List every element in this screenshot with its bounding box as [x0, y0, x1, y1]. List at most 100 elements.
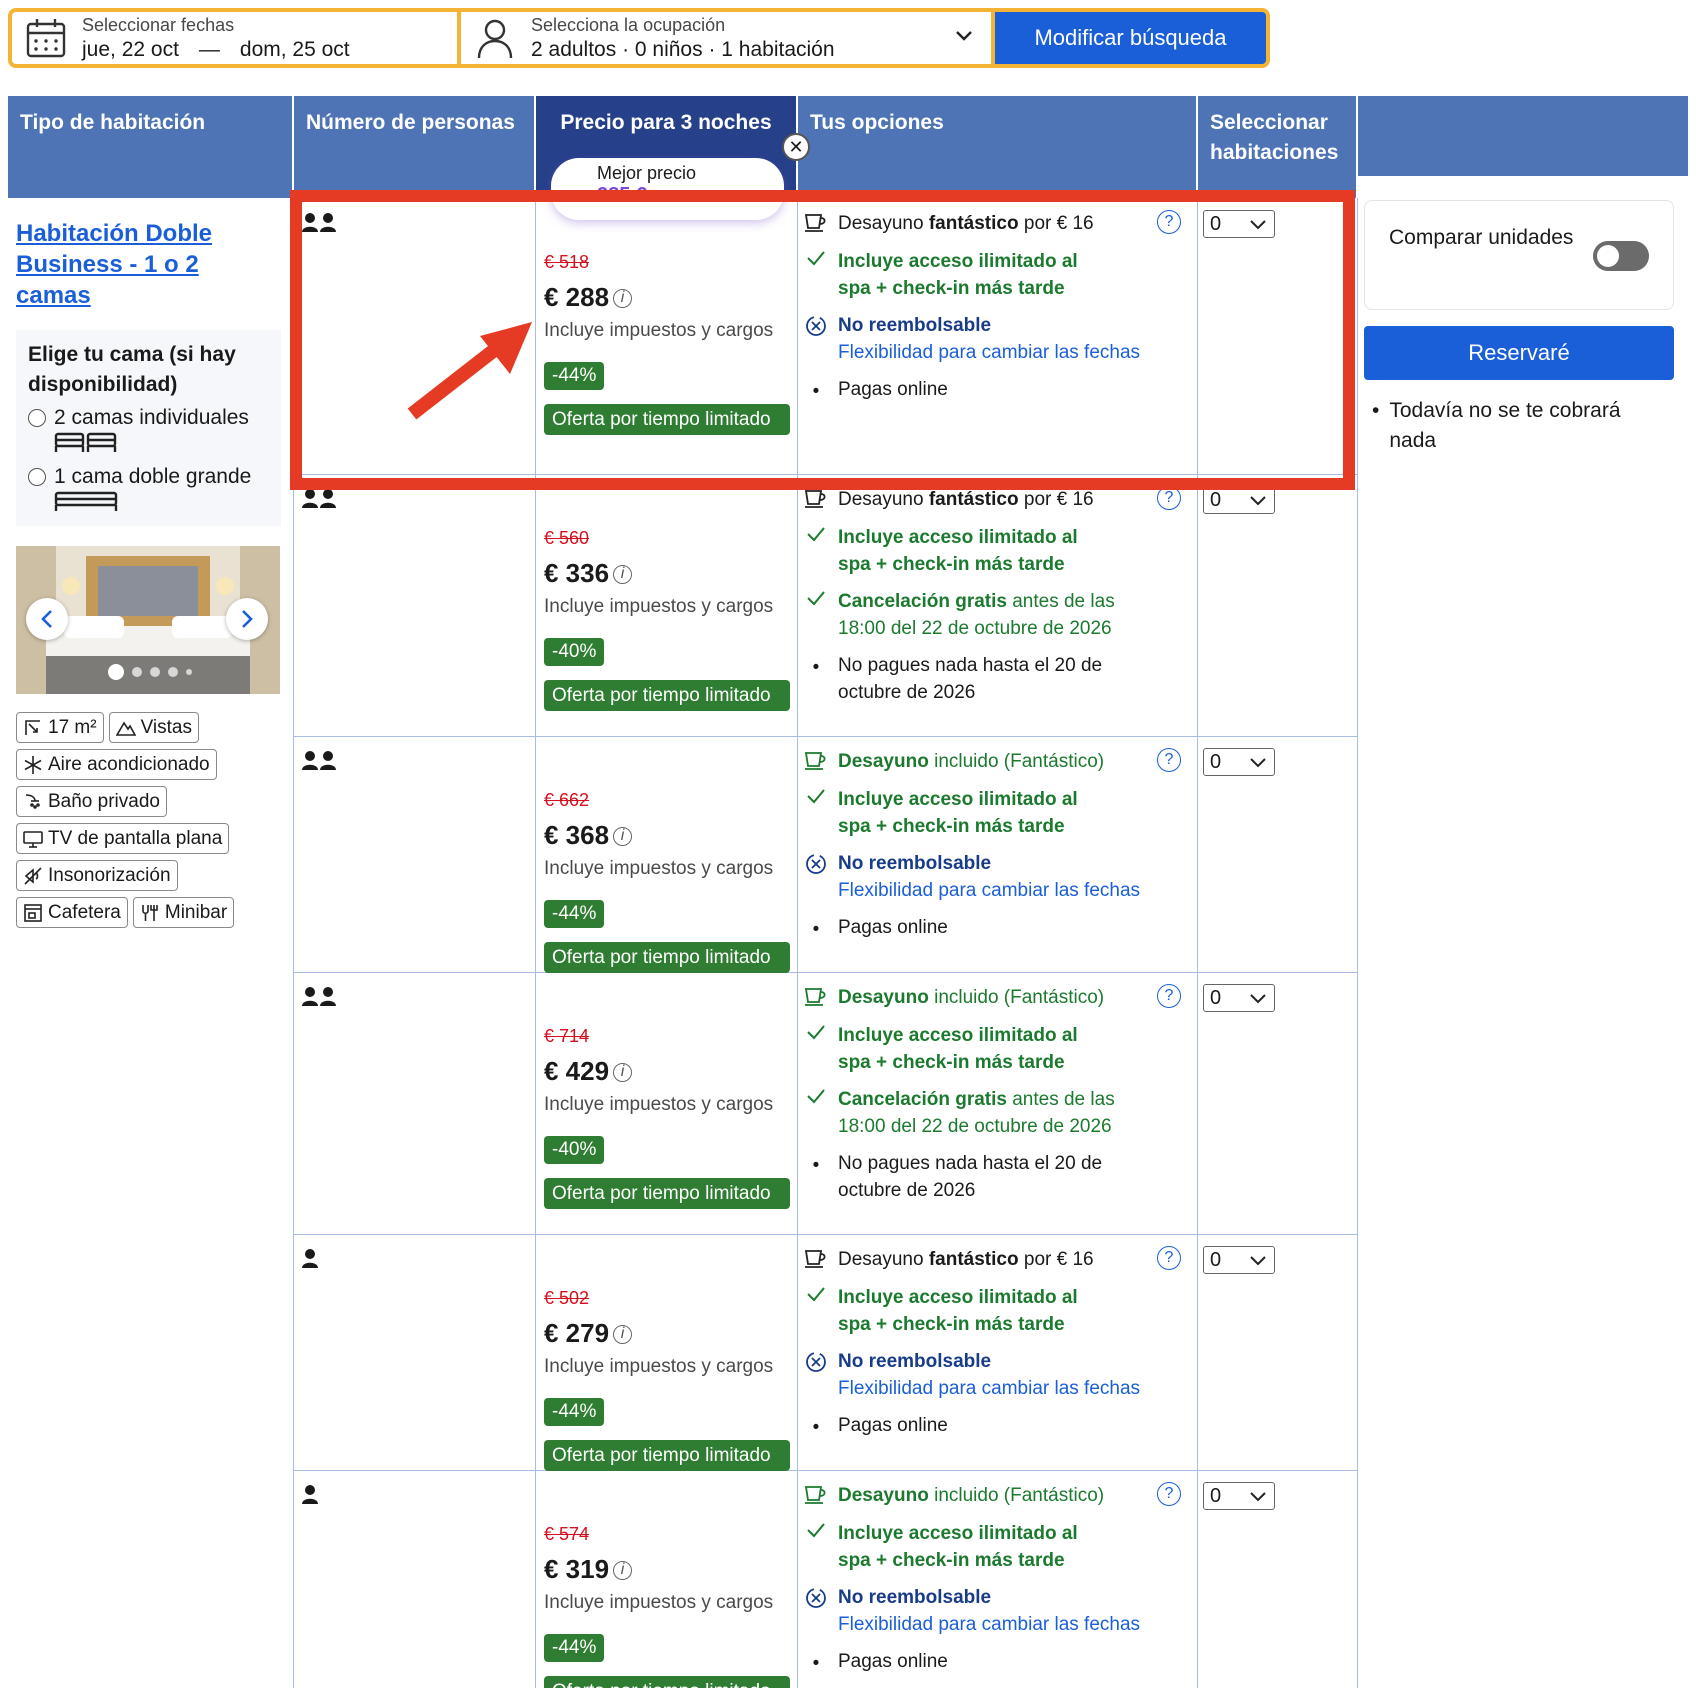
- chevron-down-icon: [1250, 758, 1266, 768]
- facility-tv: TV de pantalla plana: [16, 823, 230, 854]
- breakfast-highlight: fantástico: [928, 213, 1019, 234]
- carousel-dot[interactable]: [108, 664, 124, 680]
- spa-option: Incluye acceso ilimitado al spa + check-…: [804, 248, 1154, 302]
- payment-text: No pagues nada hasta el 20 de octubre de…: [838, 1153, 1103, 1201]
- carousel-dot[interactable]: [186, 669, 192, 675]
- row-divider: [293, 1470, 1357, 1471]
- check-icon: [807, 527, 825, 542]
- breakfast-detail: por € 16: [1018, 213, 1094, 234]
- occupancy-picker[interactable]: Selecciona la ocupación 2 adultos · 0 ni…: [461, 12, 991, 64]
- old-price: € 662: [544, 790, 590, 810]
- room-title-link[interactable]: Habitación Doble Business - 1 o 2 camas: [16, 218, 256, 311]
- person-icon: [477, 19, 513, 59]
- compare-toggle[interactable]: [1593, 241, 1649, 271]
- tv-icon: [23, 830, 43, 848]
- coffee-cup-icon: [804, 1486, 826, 1504]
- carousel-dot[interactable]: [150, 667, 160, 677]
- bed-option-double[interactable]: 1 cama doble grande: [28, 465, 269, 489]
- breakfast-text: Desayuno: [838, 1249, 929, 1270]
- date-picker[interactable]: Seleccionar fechas jue, 22 oct — dom, 25…: [12, 12, 457, 64]
- spa-text: Incluye acceso ilimitado al spa + check-…: [838, 527, 1078, 575]
- policy-title: No reembolsable: [838, 853, 992, 874]
- radio-button[interactable]: [28, 409, 46, 427]
- coffee-cup-icon: [804, 752, 826, 770]
- help-icon[interactable]: ?: [1157, 1246, 1181, 1270]
- price-value: € 368: [544, 820, 610, 850]
- facility-size: 17 m²: [16, 712, 104, 743]
- close-icon[interactable]: ✕: [782, 133, 810, 161]
- carousel-dot[interactable]: [132, 667, 142, 677]
- breakfast-option: Desayuno incluido (Fantástico): [804, 984, 1154, 1011]
- old-price: € 518: [544, 252, 590, 272]
- room-quantity-select[interactable]: 0: [1203, 486, 1275, 514]
- tax-note: Incluye impuestos y cargos: [544, 1094, 774, 1115]
- room-photo-carousel[interactable]: [16, 546, 280, 694]
- facility-label: Vistas: [140, 716, 192, 738]
- date-separator: —: [198, 37, 220, 61]
- info-icon[interactable]: i: [613, 827, 633, 846]
- policy-detail: Flexibilidad para cambiar las fechas: [838, 880, 1141, 901]
- facilities-list: 17 m² Vistas Aire acondicionado Baño pri…: [16, 712, 286, 928]
- reserve-button[interactable]: Reservaré: [1364, 326, 1674, 380]
- info-icon[interactable]: i: [613, 289, 633, 308]
- chevron-down-icon: [956, 31, 972, 41]
- room-quantity-select[interactable]: 0: [1203, 1482, 1275, 1510]
- chevron-right-icon: [242, 610, 253, 628]
- payment-text: Pagas online: [838, 1651, 948, 1672]
- room-quantity-select[interactable]: 0: [1203, 1246, 1275, 1274]
- bed-option-twin[interactable]: 2 camas individuales: [28, 406, 269, 430]
- facility-label: Minibar: [164, 901, 228, 923]
- info-icon[interactable]: i: [613, 565, 633, 584]
- help-icon[interactable]: ?: [1157, 984, 1181, 1008]
- info-icon[interactable]: i: [613, 1063, 633, 1082]
- twin-beds-icon: [54, 432, 117, 452]
- info-icon[interactable]: i: [613, 1561, 633, 1580]
- discount-badge: -44%: [544, 1634, 605, 1662]
- carousel-prev-button[interactable]: [26, 598, 68, 640]
- header-options: Tus opciones: [798, 96, 1196, 198]
- help-icon[interactable]: ?: [1157, 486, 1181, 510]
- calendar-icon: [26, 19, 66, 58]
- date-to: dom, 25 oct: [239, 37, 350, 61]
- persons-icon: [302, 1485, 318, 1504]
- limited-deal-badge: Oferta por tiempo limitado: [544, 1178, 790, 1209]
- spa-text: Incluye acceso ilimitado al spa + check-…: [838, 1287, 1078, 1335]
- charge-note-text: Todavía no se te cobrará nada: [1389, 399, 1621, 452]
- best-price-label: Mejor precio: [597, 163, 697, 183]
- room-quantity-select[interactable]: 0: [1203, 210, 1275, 238]
- bed-choice: Elige tu cama (si hay disponibilidad) 2 …: [16, 330, 281, 526]
- breakfast-detail: por € 16: [1018, 1249, 1094, 1270]
- tax-note: Incluye impuestos y cargos: [544, 596, 774, 617]
- modify-search-button[interactable]: Modificar búsqueda: [995, 12, 1266, 64]
- best-price-popup[interactable]: Mejor precio 285 €: [551, 158, 784, 220]
- compare-units-card: Comparar unidades: [1364, 200, 1674, 310]
- non-refundable-icon: [806, 854, 826, 874]
- carousel-dot[interactable]: [168, 667, 178, 677]
- help-icon[interactable]: ?: [1157, 1482, 1181, 1506]
- policy-detail: Flexibilidad para cambiar las fechas: [838, 1378, 1141, 1399]
- breakfast-detail: incluido (Fantástico): [928, 987, 1105, 1008]
- radio-button[interactable]: [28, 468, 46, 486]
- dates-label: Seleccionar fechas: [82, 14, 235, 35]
- help-icon[interactable]: ?: [1157, 748, 1181, 772]
- price-value: € 336: [544, 558, 610, 588]
- check-icon: [807, 251, 825, 266]
- snowflake-icon: [24, 755, 42, 774]
- non-refundable-option: No reembolsable Flexibilidad para cambiar…: [804, 850, 1154, 904]
- payment-text: Pagas online: [838, 379, 948, 400]
- room-quantity-select[interactable]: 0: [1203, 748, 1275, 776]
- carousel-next-button[interactable]: [226, 598, 268, 640]
- policy-title: No reembolsable: [838, 1587, 992, 1608]
- occupancy-label: Selecciona la ocupación: [531, 14, 726, 35]
- current-price: € 319 i: [544, 1554, 633, 1585]
- occupancy-value: 2 adultos · 0 niños · 1 habitación: [531, 37, 835, 61]
- room-quantity-select[interactable]: 0: [1203, 984, 1275, 1012]
- check-icon: [807, 1287, 825, 1302]
- price-value: € 288: [544, 282, 610, 312]
- limited-deal-badge: Oferta por tiempo limitado: [544, 1440, 790, 1471]
- non-refundable-option: No reembolsable Flexibilidad para cambiar…: [804, 1584, 1154, 1638]
- chevron-down-icon: [1250, 1256, 1266, 1266]
- help-icon[interactable]: ?: [1157, 210, 1181, 234]
- info-icon[interactable]: i: [613, 1325, 633, 1344]
- mountain-icon: [115, 720, 136, 736]
